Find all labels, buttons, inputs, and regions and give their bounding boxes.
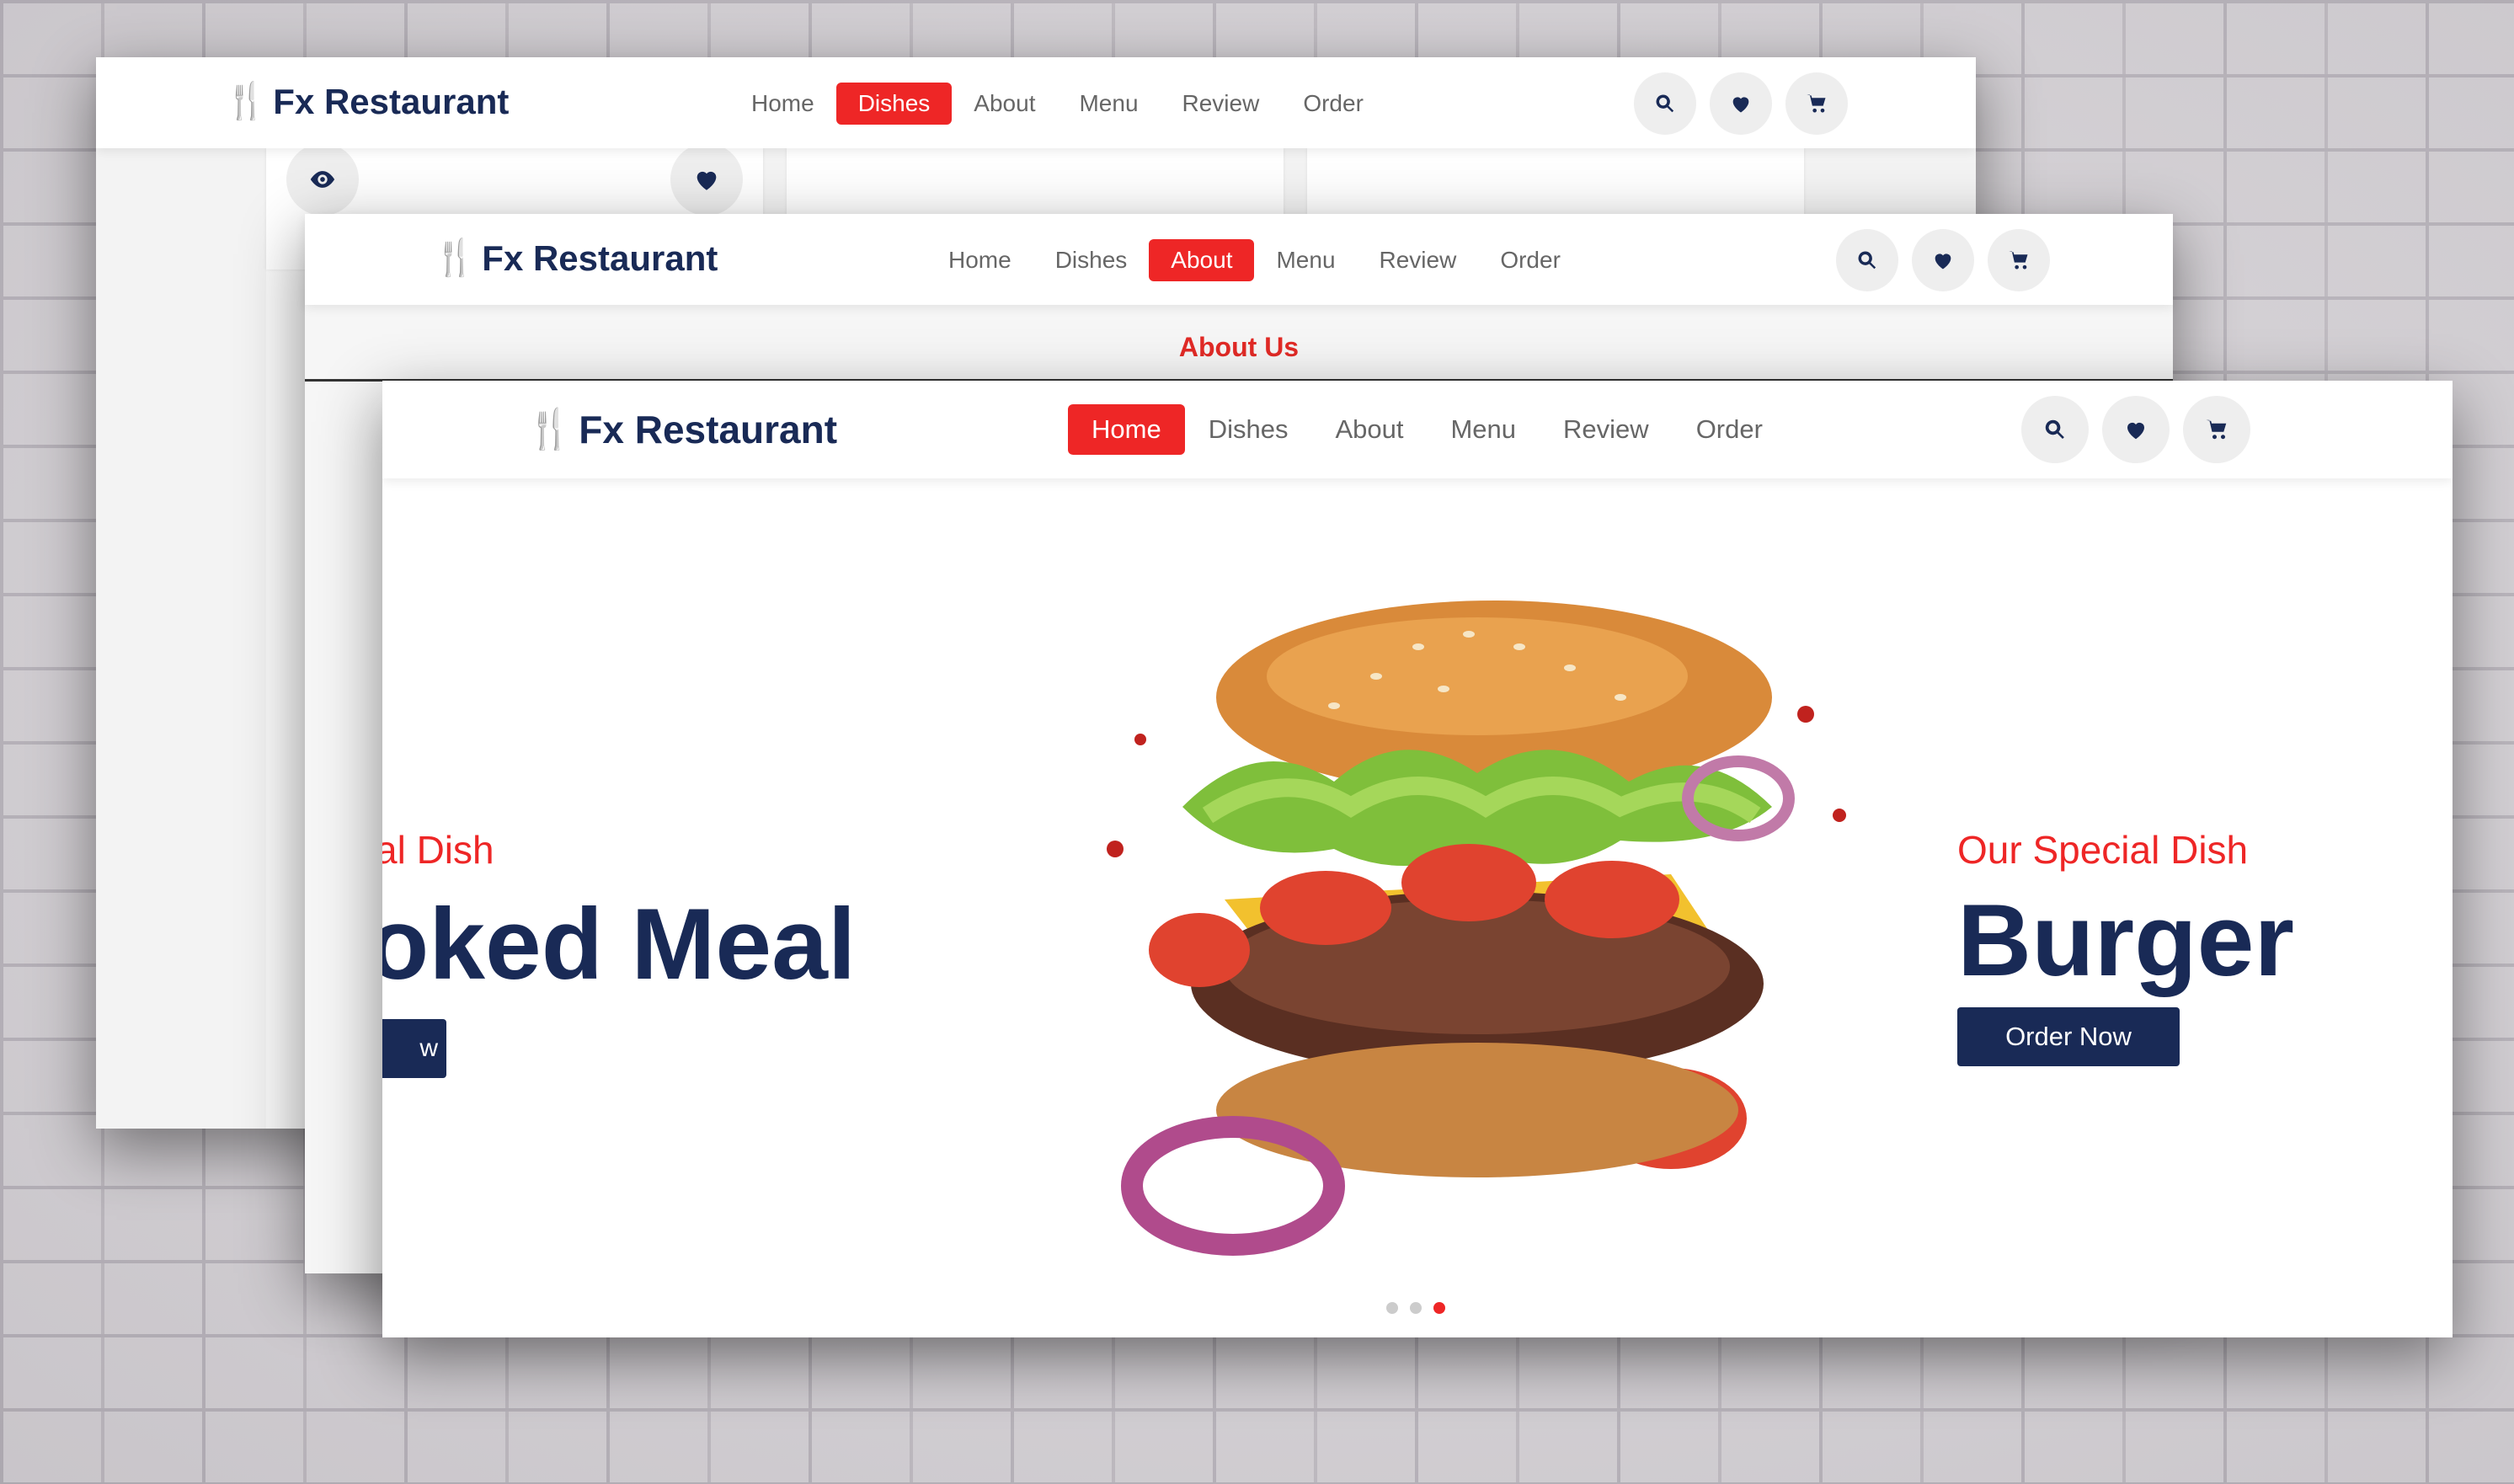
search-icon[interactable] [1634, 72, 1696, 135]
home-page-screenshot: 🍴 Fx Restaurant Home Dishes About Menu R… [382, 381, 2453, 1337]
logo[interactable]: 🍴 Fx Restaurant [526, 406, 837, 452]
nav-about[interactable]: About [1149, 239, 1255, 281]
logo[interactable]: 🍴 Fx Restaurant [224, 81, 509, 122]
heart-icon[interactable] [1710, 72, 1772, 135]
nav-home[interactable]: Home [1068, 404, 1185, 455]
slider-pagination [1386, 1302, 1445, 1314]
nav-menu[interactable]: Menu [1057, 83, 1160, 125]
order-now-button[interactable]: w [382, 1019, 446, 1078]
heart-icon[interactable] [670, 143, 743, 216]
eye-icon[interactable] [286, 143, 359, 216]
slide-subtitle: al Dish [382, 828, 494, 872]
navbar: 🍴 Fx Restaurant Home Dishes About Menu R… [305, 214, 2173, 305]
logo[interactable]: 🍴 Fx Restaurant [433, 238, 718, 279]
nav-review[interactable]: Review [1540, 404, 1673, 455]
utensils-icon: 🍴 [526, 407, 574, 451]
nav-links: Home Dishes About Menu Review Order [926, 239, 1583, 281]
navbar: 🍴 Fx Restaurant Home Dishes About Menu R… [382, 381, 2453, 478]
slider-dot[interactable] [1410, 1302, 1422, 1314]
current-slide: Our Special Dish Burger Order Now [1957, 827, 2294, 1066]
section-heading: About Us [1178, 332, 1300, 362]
search-icon[interactable] [2021, 396, 2089, 463]
heart-icon[interactable] [2102, 396, 2170, 463]
brand-name: Fx Restaurant [579, 407, 838, 451]
cart-icon[interactable] [2183, 396, 2250, 463]
nav-home[interactable]: Home [729, 83, 836, 125]
utensils-icon: 🍴 [224, 81, 269, 120]
nav-about[interactable]: About [952, 83, 1057, 125]
nav-menu[interactable]: Menu [1427, 404, 1540, 455]
utensils-icon: 🍴 [433, 238, 478, 277]
brand-name: Fx Restaurant [273, 81, 510, 121]
nav-review[interactable]: Review [1161, 83, 1282, 125]
nav-home[interactable]: Home [926, 239, 1033, 281]
nav-dishes[interactable]: Dishes [835, 83, 953, 125]
nav-icons [1634, 72, 1848, 135]
nav-dishes[interactable]: Dishes [1185, 404, 1312, 455]
nav-icons [1836, 229, 2050, 291]
heart-icon[interactable] [1912, 229, 1974, 291]
nav-order[interactable]: Order [1673, 404, 1786, 455]
nav-menu[interactable]: Menu [1254, 239, 1357, 281]
burger-image [1107, 601, 1846, 1256]
nav-order[interactable]: Order [1281, 83, 1385, 125]
nav-links: Home Dishes About Menu Review Order [729, 83, 1385, 125]
slider-dot-active[interactable] [1433, 1302, 1445, 1314]
cart-icon[interactable] [1988, 229, 2050, 291]
brand-name: Fx Restaurant [482, 238, 718, 278]
cart-icon[interactable] [1785, 72, 1848, 135]
slider-dot[interactable] [1386, 1302, 1398, 1314]
search-icon[interactable] [1836, 229, 1898, 291]
nav-dishes[interactable]: Dishes [1033, 239, 1150, 281]
nav-links: Home Dishes About Menu Review Order [1068, 404, 1786, 455]
nav-order[interactable]: Order [1478, 239, 1583, 281]
nav-review[interactable]: Review [1358, 239, 1479, 281]
slide-subtitle: Our Special Dish [1957, 828, 2249, 872]
slide-title: oked Meal [382, 888, 857, 1001]
back-page-side [96, 270, 266, 1129]
nav-about[interactable]: About [1311, 404, 1427, 455]
slide-title: Burger [1957, 883, 2294, 997]
order-now-button[interactable]: Order Now [1957, 1007, 2180, 1066]
nav-icons [2021, 396, 2250, 463]
navbar: 🍴 Fx Restaurant Home Dishes About Menu R… [96, 57, 1976, 148]
